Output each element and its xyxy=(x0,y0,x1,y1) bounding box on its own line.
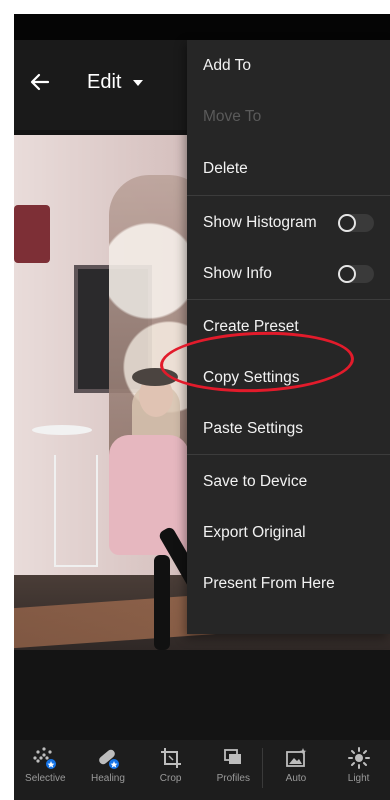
menu-item-label: Paste Settings xyxy=(203,419,303,437)
menu-item-show-histogram[interactable]: Show Histogram xyxy=(187,197,390,248)
auto-icon xyxy=(286,748,307,767)
tool-label: Profiles xyxy=(216,773,250,784)
menu-item-label: Save to Device xyxy=(203,472,308,490)
tool-selective[interactable]: Selective xyxy=(14,740,76,784)
menu-item-label: Present From Here xyxy=(203,574,335,592)
menu-item-label: Delete xyxy=(203,159,248,177)
menu-item-label: Move To xyxy=(203,107,262,125)
selective-icon xyxy=(33,747,57,769)
edit-mode-dropdown[interactable]: Edit xyxy=(87,71,144,94)
photo-chair xyxy=(54,455,98,567)
menu-item-label: Export Original xyxy=(203,523,306,541)
menu-item-label: Show Histogram xyxy=(203,213,317,231)
tool-light[interactable]: Light xyxy=(328,740,390,784)
healing-icon xyxy=(99,749,119,769)
toggle-knob xyxy=(338,264,356,283)
menu-item-move-to: Move To xyxy=(187,91,390,142)
tool-profiles[interactable]: Profiles xyxy=(202,740,264,784)
menu-divider xyxy=(187,299,390,300)
tool-label: Auto xyxy=(285,773,307,784)
tool-auto[interactable]: Auto xyxy=(265,740,327,784)
tool-label: Light xyxy=(347,773,370,784)
tool-label: Selective xyxy=(25,773,66,784)
photo-sign xyxy=(14,205,50,263)
tool-label: Crop xyxy=(159,773,182,784)
menu-item-show-info[interactable]: Show Info xyxy=(187,248,390,299)
info-toggle[interactable] xyxy=(338,264,374,283)
photo-table xyxy=(32,425,92,435)
menu-item-label: Show Info xyxy=(203,264,272,282)
menu-divider xyxy=(187,454,390,455)
menu-item-save-to-device[interactable]: Save to Device xyxy=(187,456,390,507)
crop-icon xyxy=(160,748,181,768)
profiles-icon xyxy=(224,749,242,764)
histogram-toggle[interactable] xyxy=(338,213,374,232)
photo-boot xyxy=(154,555,170,650)
status-bar xyxy=(14,14,390,40)
toolbar-divider xyxy=(262,748,263,788)
tool-crop[interactable]: Crop xyxy=(140,740,202,784)
tool-label: Healing xyxy=(91,773,125,784)
menu-item-add-to[interactable]: Add To xyxy=(187,40,390,91)
page-title: Edit xyxy=(87,71,122,93)
menu-item-present-from-here[interactable]: Present From Here xyxy=(187,558,390,609)
light-icon xyxy=(347,747,370,769)
menu-divider xyxy=(187,195,390,196)
bottom-toolbar: Selective Healing Crop Profiles Auto Lig… xyxy=(14,740,390,800)
tool-healing[interactable]: Healing xyxy=(77,740,139,784)
menu-item-label: Add To xyxy=(203,56,251,74)
menu-item-delete[interactable]: Delete xyxy=(187,143,390,194)
back-arrow-icon[interactable] xyxy=(28,70,52,94)
menu-item-export-original[interactable]: Export Original xyxy=(187,507,390,558)
menu-item-paste-settings[interactable]: Paste Settings xyxy=(187,403,390,454)
app-screen: Edit Add To Move To Delete Show Histogra xyxy=(14,14,390,800)
toggle-knob xyxy=(338,213,356,232)
caret-down-icon xyxy=(133,79,144,86)
